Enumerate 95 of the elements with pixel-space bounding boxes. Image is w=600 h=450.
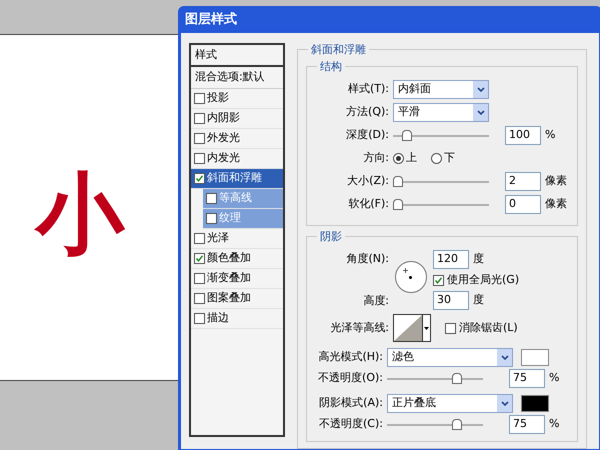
style-list-item[interactable]: 光泽: [191, 229, 283, 249]
style-list-item[interactable]: 内阴影: [191, 109, 283, 129]
field-label: 样式(T):: [346, 81, 389, 98]
field-label: 深度(D):: [345, 127, 389, 144]
slider-thumb[interactable]: [452, 418, 462, 430]
caret-icon: [473, 104, 488, 121]
radio-button[interactable]: 上: [393, 150, 417, 167]
radio-button[interactable]: 下: [431, 150, 455, 167]
item-label: 光泽: [207, 230, 229, 246]
checkbox[interactable]: [194, 253, 205, 264]
unit-label: %: [549, 370, 560, 386]
item-label: 描边: [207, 310, 229, 326]
item-label: 投影: [207, 90, 229, 106]
style-list-item[interactable]: 渐变叠加: [191, 269, 283, 289]
angle-dial[interactable]: [395, 261, 427, 293]
item-label: 颜色叠加: [207, 250, 251, 266]
caret-icon: [473, 81, 488, 98]
slider[interactable]: [393, 176, 489, 188]
checkbox[interactable]: [194, 273, 205, 284]
unit-label: 度: [473, 292, 484, 308]
checkbox[interactable]: [194, 133, 205, 144]
canvas-text: 小: [36, 168, 124, 256]
item-label: 内阴影: [207, 110, 240, 126]
checkbox-option[interactable]: 消除锯齿(L): [445, 320, 518, 336]
item-label: 纹理: [219, 210, 241, 226]
slider[interactable]: [393, 198, 489, 210]
checkbox[interactable]: [194, 93, 205, 104]
checkbox[interactable]: [194, 233, 205, 244]
crosshair-icon: [403, 268, 408, 273]
caret-icon: [497, 349, 512, 366]
style-list-item[interactable]: 描边: [191, 309, 283, 329]
field-label: 角度(N):: [345, 251, 389, 267]
caret-icon[interactable]: [424, 326, 429, 330]
input-field[interactable]: 100: [505, 126, 541, 145]
dropdown[interactable]: 内斜面: [393, 80, 489, 99]
field-label: 光泽等高线:: [329, 320, 389, 336]
checkbox[interactable]: [194, 173, 205, 184]
style-list-item[interactable]: 外发光: [191, 129, 283, 149]
contour-picker[interactable]: [393, 314, 431, 342]
field-label: 不透明度(O):: [317, 370, 383, 386]
input-field[interactable]: 30: [433, 291, 469, 310]
caret-icon: [497, 395, 512, 412]
slider-thumb[interactable]: [452, 372, 462, 384]
unit-label: 像素: [545, 173, 567, 190]
item-label: 等高线: [219, 190, 252, 206]
style-list-item[interactable]: 图案叠加: [191, 289, 283, 309]
item-label: 斜面和浮雕: [207, 170, 262, 186]
item-label: 外发光: [207, 130, 240, 146]
input-field[interactable]: 75: [509, 369, 545, 388]
style-list-item[interactable]: 投影: [191, 89, 283, 109]
slider-thumb[interactable]: [393, 198, 403, 210]
field-label: 高度:: [362, 292, 389, 308]
item-label: 图案叠加: [207, 290, 251, 306]
checkbox[interactable]: [433, 274, 444, 286]
field-label: 软化(F):: [347, 196, 389, 212]
slider[interactable]: [387, 418, 483, 430]
input-field[interactable]: 120: [433, 250, 469, 269]
color-swatch[interactable]: [521, 395, 549, 412]
checkbox[interactable]: [206, 213, 217, 224]
slider[interactable]: [393, 130, 489, 142]
dropdown[interactable]: 滤色: [387, 348, 513, 367]
checkbox[interactable]: [206, 193, 217, 204]
checkbox[interactable]: [194, 153, 205, 164]
checkbox[interactable]: [194, 293, 205, 304]
unit-label: 像素: [545, 196, 567, 212]
unit-label: %: [549, 416, 560, 432]
item-label: 渐变叠加: [207, 270, 251, 286]
style-list-item[interactable]: 颜色叠加: [191, 249, 283, 269]
checkbox[interactable]: [194, 313, 205, 324]
dropdown[interactable]: 正片叠底: [387, 394, 513, 413]
input-field[interactable]: 0: [505, 195, 541, 214]
field-label: 不透明度(C):: [318, 416, 383, 432]
list-header: 样式: [191, 45, 283, 67]
item-label: 内发光: [207, 150, 240, 166]
field-label: 大小(Z):: [346, 173, 389, 190]
style-list-item[interactable]: 混合选项:默认: [191, 67, 283, 89]
slider[interactable]: [387, 372, 483, 384]
window-title: 图层样式: [184, 10, 238, 29]
field-label: 阴影模式(A):: [318, 395, 383, 412]
color-swatch[interactable]: [521, 349, 549, 366]
dropdown[interactable]: 平滑: [393, 103, 489, 122]
field-label: 方向:: [362, 150, 389, 166]
slider-thumb[interactable]: [402, 130, 412, 140]
field-label: 高光模式(H):: [317, 349, 383, 366]
center-dot-icon: [409, 276, 412, 279]
unit-label: 度: [473, 251, 484, 268]
checkbox[interactable]: [445, 322, 456, 334]
style-list-item[interactable]: 斜面和浮雕: [191, 169, 283, 189]
input-field[interactable]: 75: [509, 415, 545, 434]
checkbox-option[interactable]: 使用全局光(G): [433, 272, 520, 288]
slider-thumb[interactable]: [393, 176, 403, 186]
unit-label: %: [545, 127, 556, 144]
input-field[interactable]: 2: [505, 172, 541, 191]
field-label: 方法(Q):: [345, 104, 389, 120]
checkbox[interactable]: [194, 113, 205, 124]
